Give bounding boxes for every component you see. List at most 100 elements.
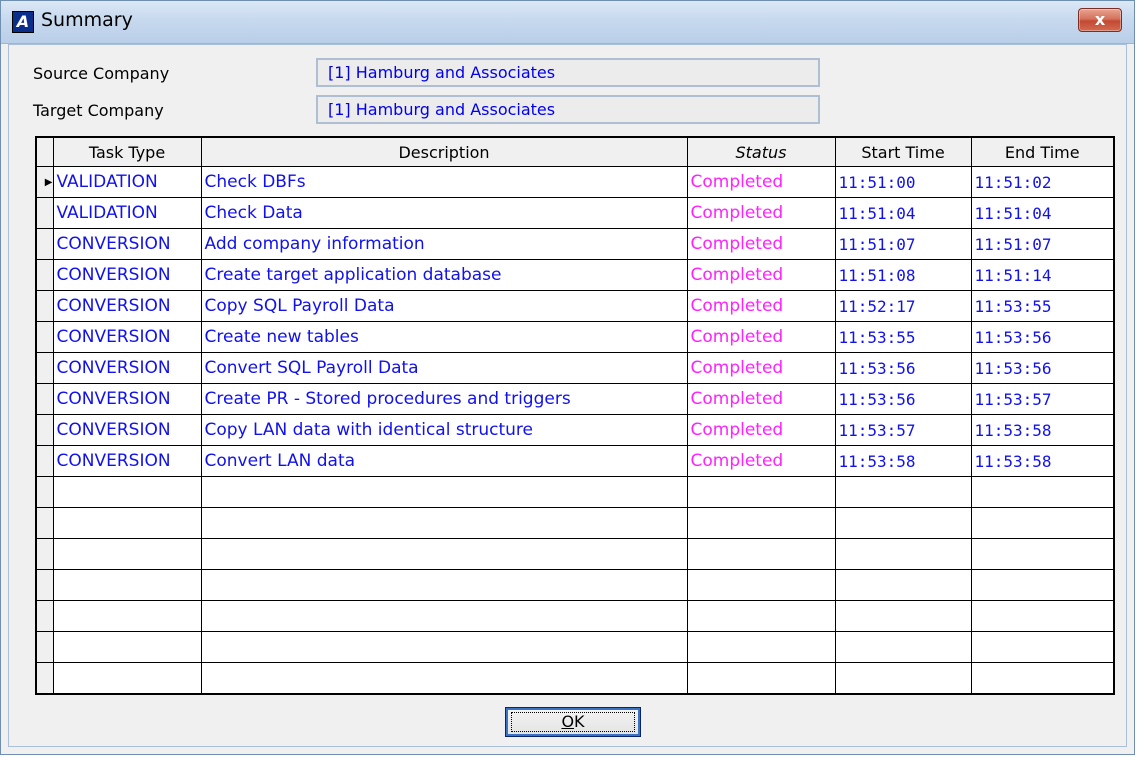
cell-task-type[interactable]: CONVERSION (52, 321, 202, 353)
title-bar[interactable]: A Summary x (1, 1, 1134, 44)
cell-task-type[interactable]: CONVERSION (52, 228, 202, 260)
cell-end-time[interactable]: 11:53:57 (970, 383, 1115, 415)
cell-start-time[interactable]: 11:53:58 (834, 445, 972, 477)
row-indicator[interactable] (35, 569, 54, 601)
cell-description[interactable]: Copy SQL Payroll Data (200, 290, 688, 322)
cell-task-type[interactable]: VALIDATION (52, 166, 202, 198)
cell-end-time[interactable]: 11:51:07 (970, 228, 1115, 260)
row-indicator[interactable] (35, 197, 54, 229)
cell-start-time[interactable]: 11:52:17 (834, 290, 972, 322)
cell-task-type[interactable] (52, 631, 202, 663)
empty-table-row[interactable] (35, 569, 1115, 601)
cell-end-time[interactable]: 11:53:58 (970, 414, 1115, 446)
cell-end-time[interactable] (970, 600, 1115, 632)
cell-status[interactable] (686, 600, 836, 632)
empty-table-row[interactable] (35, 538, 1115, 570)
ok-button[interactable]: OK (505, 707, 641, 737)
cell-status[interactable]: Completed (686, 445, 836, 477)
cell-description[interactable]: Check Data (200, 197, 688, 229)
cell-status[interactable]: Completed (686, 383, 836, 415)
cell-start-time[interactable]: 11:51:07 (834, 228, 972, 260)
cell-task-type[interactable] (52, 600, 202, 632)
cell-start-time[interactable]: 11:53:56 (834, 383, 972, 415)
empty-table-row[interactable] (35, 507, 1115, 539)
empty-table-row[interactable] (35, 631, 1115, 663)
table-row[interactable]: CONVERSION Copy LAN data with identical s… (35, 414, 1115, 446)
cell-status[interactable]: Completed (686, 228, 836, 260)
cell-status[interactable]: Completed (686, 321, 836, 353)
cell-description[interactable]: Check DBFs (200, 166, 688, 198)
row-indicator[interactable] (35, 600, 54, 632)
row-indicator[interactable] (35, 352, 54, 384)
cell-description[interactable]: Convert SQL Payroll Data (200, 352, 688, 384)
table-row[interactable]: ▶ VALIDATION Check DBFs Completed 11:51:00 11… (35, 166, 1115, 198)
row-indicator[interactable] (35, 507, 54, 539)
cell-description[interactable]: Create new tables (200, 321, 688, 353)
cell-task-type[interactable]: CONVERSION (52, 445, 202, 477)
close-button[interactable]: x (1078, 8, 1122, 32)
row-indicator[interactable] (35, 383, 54, 415)
cell-start-time[interactable]: 11:53:56 (834, 352, 972, 384)
table-row[interactable]: CONVERSION Create target application data… (35, 259, 1115, 291)
current-row-indicator-icon[interactable]: ▶ (35, 166, 54, 198)
task-summary-grid[interactable]: Task Type Description Status Start Time … (35, 136, 1115, 695)
cell-description[interactable] (200, 538, 688, 570)
cell-status[interactable] (686, 476, 836, 508)
cell-description[interactable] (200, 631, 688, 663)
cell-start-time[interactable] (834, 476, 972, 508)
cell-status[interactable]: Completed (686, 414, 836, 446)
cell-description[interactable] (200, 600, 688, 632)
cell-task-type[interactable]: CONVERSION (52, 383, 202, 415)
cell-description[interactable]: Convert LAN data (200, 445, 688, 477)
cell-end-time[interactable]: 11:53:58 (970, 445, 1115, 477)
cell-task-type[interactable] (52, 507, 202, 539)
cell-status[interactable] (686, 662, 836, 695)
cell-end-time[interactable] (970, 507, 1115, 539)
table-row[interactable]: CONVERSION Create PR - Stored procedures … (35, 383, 1115, 415)
cell-description[interactable] (200, 662, 688, 695)
cell-start-time[interactable] (834, 507, 972, 539)
cell-task-type[interactable]: CONVERSION (52, 259, 202, 291)
cell-description[interactable]: Create PR - Stored procedures and trigge… (200, 383, 688, 415)
table-row[interactable]: CONVERSION Convert SQL Payroll Data Comple… (35, 352, 1115, 384)
table-row[interactable]: CONVERSION Convert LAN data Completed 11:53… (35, 445, 1115, 477)
row-indicator[interactable] (35, 476, 54, 508)
cell-status[interactable]: Completed (686, 166, 836, 198)
column-header-end-time[interactable]: End Time (970, 136, 1115, 167)
row-indicator[interactable] (35, 631, 54, 663)
cell-end-time[interactable]: 11:53:56 (970, 352, 1115, 384)
cell-task-type[interactable] (52, 538, 202, 570)
cell-description[interactable] (200, 507, 688, 539)
cell-end-time[interactable] (970, 538, 1115, 570)
cell-task-type[interactable] (52, 569, 202, 601)
cell-status[interactable]: Completed (686, 259, 836, 291)
cell-task-type[interactable]: CONVERSION (52, 290, 202, 322)
cell-description[interactable]: Add company information (200, 228, 688, 260)
empty-table-row[interactable] (35, 662, 1115, 695)
cell-start-time[interactable] (834, 662, 972, 695)
column-header-status[interactable]: Status (686, 136, 836, 167)
cell-end-time[interactable]: 11:51:14 (970, 259, 1115, 291)
cell-status[interactable]: Completed (686, 290, 836, 322)
cell-start-time[interactable]: 11:51:04 (834, 197, 972, 229)
row-indicator[interactable] (35, 228, 54, 260)
cell-status[interactable]: Completed (686, 352, 836, 384)
cell-description[interactable] (200, 569, 688, 601)
cell-end-time[interactable]: 11:53:55 (970, 290, 1115, 322)
cell-status[interactable] (686, 569, 836, 601)
row-indicator[interactable] (35, 414, 54, 446)
cell-end-time[interactable] (970, 662, 1115, 695)
cell-status[interactable] (686, 538, 836, 570)
table-row[interactable]: CONVERSION Copy SQL Payroll Data Completed… (35, 290, 1115, 322)
row-indicator[interactable] (35, 321, 54, 353)
cell-start-time[interactable] (834, 569, 972, 601)
cell-description[interactable]: Create target application database (200, 259, 688, 291)
cell-end-time[interactable] (970, 631, 1115, 663)
row-indicator[interactable] (35, 290, 54, 322)
cell-status[interactable] (686, 631, 836, 663)
row-indicator[interactable] (35, 259, 54, 291)
cell-end-time[interactable]: 11:53:56 (970, 321, 1115, 353)
cell-description[interactable] (200, 476, 688, 508)
column-header-task-type[interactable]: Task Type (52, 136, 202, 167)
cell-task-type[interactable]: VALIDATION (52, 197, 202, 229)
